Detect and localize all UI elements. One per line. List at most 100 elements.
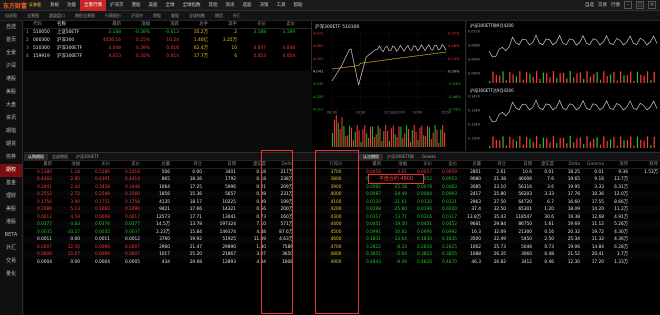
left-header-cell[interactable]: 持仓	[172, 161, 204, 168]
toolbar-item-0[interactable]: 自选股	[0, 13, 22, 19]
right-header-cell[interactable]: 虚实度	[534, 161, 556, 168]
left-header-cell[interactable]: 买价	[82, 161, 112, 168]
sidebar-item-5[interactable]: 美股	[0, 86, 22, 99]
sidebar-item-2[interactable]: 全景	[0, 47, 22, 60]
right-row[interactable]: 0.0087 -24.49 0.0084 0.0093 2417 25.80 56203 3.…	[359, 191, 660, 199]
right-row[interactable]: 0.0082 -25.58 0.0078 0.0083 3085 23.10 56316 3.…	[359, 184, 660, 192]
right-cell: -13.71	[393, 214, 407, 220]
left-tab-0[interactable]: 认购期权	[24, 153, 48, 160]
toolbar-item-10[interactable]: 外汇	[228, 13, 246, 19]
minimize-icon[interactable]: –	[624, 1, 632, 9]
right-header-cell[interactable]: 涨停	[606, 161, 630, 168]
sidebar-item-18[interactable]: 交易	[0, 255, 22, 268]
right-header-cell[interactable]: 买价	[409, 161, 434, 168]
menu-item-8[interactable]: 其他	[205, 0, 222, 11]
left-header-cell[interactable]: 卖价	[112, 161, 142, 168]
sidebar-item-10[interactable]: 债券	[0, 151, 22, 164]
right-row[interactable]: 0.0120 -21.61 0.0120 0.0121 2963 27.50 64720 6.…	[359, 199, 660, 207]
volume-bar	[427, 125, 428, 147]
right-row[interactable]: 0.0451 -19.50 0.0451 0.0452 9681 29.84 86750 1.…	[359, 221, 660, 229]
menu-item-0[interactable]: 系统	[46, 0, 63, 11]
menu-item-1[interactable]: 功能	[63, 0, 80, 11]
menu-item-11[interactable]: 决策	[256, 0, 273, 11]
close-icon[interactable]: ×	[648, 1, 656, 9]
right-tab-1[interactable]: 沪深300ETF购	[383, 154, 418, 160]
right-header-cell[interactable]: 最新	[359, 161, 383, 168]
option-volume-bar	[636, 71, 639, 83]
menu-item-13[interactable]: 帮助	[290, 0, 307, 11]
toolbar-item-4[interactable]: 行情报价	[100, 13, 126, 19]
right-header-cell[interactable]: Gamma	[582, 161, 606, 168]
right-row[interactable]: 0.0317 -13.71 0.0316 0.0317 13.8万 35.43 118547…	[359, 214, 660, 222]
sidebar-item-13[interactable]: 理财	[0, 190, 22, 203]
menu-item-5[interactable]: 美股	[145, 0, 162, 11]
app-logo[interactable]: 东方财富 证券版	[0, 0, 46, 11]
right-header-cell[interactable]: 涨幅	[383, 161, 409, 168]
right-row[interactable]: 0.4843 -8.09 0.4820 0.4870 46.3 26.82 3412 0.46…	[359, 259, 660, 267]
right-row[interactable]: 0.0991 -10.82 0.0990 0.0992 16.3 32.69 21300 0.…	[359, 229, 660, 237]
menu-item-12[interactable]: 工具	[273, 0, 290, 11]
left-header-cell[interactable]: 总量	[142, 161, 172, 168]
right-header-cell[interactable]: 卖价	[434, 161, 459, 168]
right-row[interactable]: 0.1831 -13.64 0.1830 0.1835 3500 22.49 5450 2.5…	[359, 236, 660, 244]
toolbar-item-3[interactable]: 期权全景图	[70, 13, 100, 19]
title-right-item-0[interactable]: 自选	[585, 2, 594, 8]
sidebar-item-4[interactable]: 港股	[0, 73, 22, 86]
left-header-cell[interactable]: 涨幅	[54, 161, 82, 168]
left-header-cell[interactable]: 最新	[24, 161, 54, 168]
title-right-item-1[interactable]: 交易	[598, 2, 607, 8]
right-row[interactable]: 0.3851 -5.64 0.3833 0.3855 1088 26.35 3060 0.48…	[359, 251, 660, 259]
sidebar-item-0[interactable]: 自选	[0, 21, 22, 34]
watch-row[interactable]: 2 000300 沪深300 4056.16 0.25% 10.24 1.40亿 3.25万	[24, 37, 311, 45]
sidebar-item-7[interactable]: 资讯	[0, 112, 22, 125]
option-volume-bar	[576, 73, 578, 83]
sidebar-item-8[interactable]: 期指	[0, 125, 22, 138]
watch-row[interactable]: 4 159919 沪深300ETF 4.053 0.35% 0.014 17.7万 6 4.05…	[24, 53, 311, 61]
sidebar-item-1[interactable]: 首页	[0, 34, 22, 47]
left-tab-1[interactable]: 全部期权	[48, 154, 72, 160]
sidebar-item-12[interactable]: 基金	[0, 177, 22, 190]
sidebar-item-15[interactable]: 港股	[0, 216, 22, 229]
option-volume-bar	[505, 145, 507, 148]
right-header-cell[interactable]: 持仓	[483, 161, 508, 168]
menu-item-10[interactable]: 选股	[239, 0, 256, 11]
sidebar-item-14[interactable]: 美股	[0, 203, 22, 216]
left-header-cell[interactable]: 日增	[204, 161, 238, 168]
watch-row[interactable]: 1 510050 上证50ETF 3.188 -0.38% -0.012 35.2万 2 3.1…	[24, 29, 311, 37]
right-header-cell[interactable]: Delta	[556, 161, 582, 168]
right-header-cell[interactable]: 总量	[459, 161, 483, 168]
sidebar-item-11[interactable]: 期权	[0, 164, 22, 177]
toolbar-item-1[interactable]: 全景图	[22, 13, 44, 19]
toolbar-item-8[interactable]: 全球指数	[184, 13, 210, 19]
toolbar-item-5[interactable]: 沪深京	[126, 13, 148, 19]
sidebar-item-19[interactable]: 量化	[0, 268, 22, 281]
right-row[interactable]: 0.0198 -25.80 0.0196 0.0200 37.4 32.50 65301 1.…	[359, 206, 660, 214]
toolbar-item-6[interactable]: 港股	[148, 13, 166, 19]
toolbar-item-9[interactable]: 期货	[210, 13, 228, 19]
intraday-chart[interactable]: 沪深300ETF 510300 4.071 0.97% 4.061 0.48% 4.051…	[312, 21, 466, 151]
maximize-icon[interactable]: □	[636, 1, 644, 9]
right-tab-0[interactable]: 认沽期权	[359, 153, 383, 160]
watch-row[interactable]: 3 510300 沪深300ETF 4.048 0.39% 0.016 62.4万 10 4.0…	[24, 45, 311, 53]
menu-item-2[interactable]: 全景行情	[80, 0, 106, 11]
sidebar-item-3[interactable]: 沪深	[0, 60, 22, 73]
menu-item-3[interactable]: 沪深京	[106, 0, 128, 11]
menu-item-6[interactable]: 全球	[162, 0, 179, 11]
left-tab-2[interactable]: 沪深300ETF	[72, 154, 103, 160]
sidebar-item-9[interactable]: 期货	[0, 138, 22, 151]
menu-item-4[interactable]: 港股	[128, 0, 145, 11]
sidebar-item-6[interactable]: 大盘	[0, 99, 22, 112]
title-right-item-2[interactable]: 行情	[611, 2, 620, 8]
right-tab-2[interactable]: Greeks	[418, 154, 440, 159]
toolbar-item-2[interactable]: 超级盘口	[44, 13, 70, 19]
right-header-cell[interactable]: 跌停	[630, 161, 660, 168]
right-header-cell[interactable]: 日增	[508, 161, 534, 168]
menu-item-7[interactable]: 全球指数	[179, 0, 205, 11]
watch-cell: 3.188	[108, 30, 121, 35]
sidebar-item-17[interactable]: 外汇	[0, 242, 22, 255]
toolbar-item-7[interactable]: 美股	[166, 13, 184, 19]
option-charts[interactable]: 沪深300ETF购9月4200 0.0720 0.0680 0.0640 0.0600 沪…	[467, 21, 660, 151]
sidebar-item-16[interactable]: BETA	[0, 229, 22, 242]
menu-item-9[interactable]: 资讯	[222, 0, 239, 11]
right-row[interactable]: 0.2822 -8.33 0.2816 0.2825 1062 25.73 5046 0.73…	[359, 244, 660, 252]
